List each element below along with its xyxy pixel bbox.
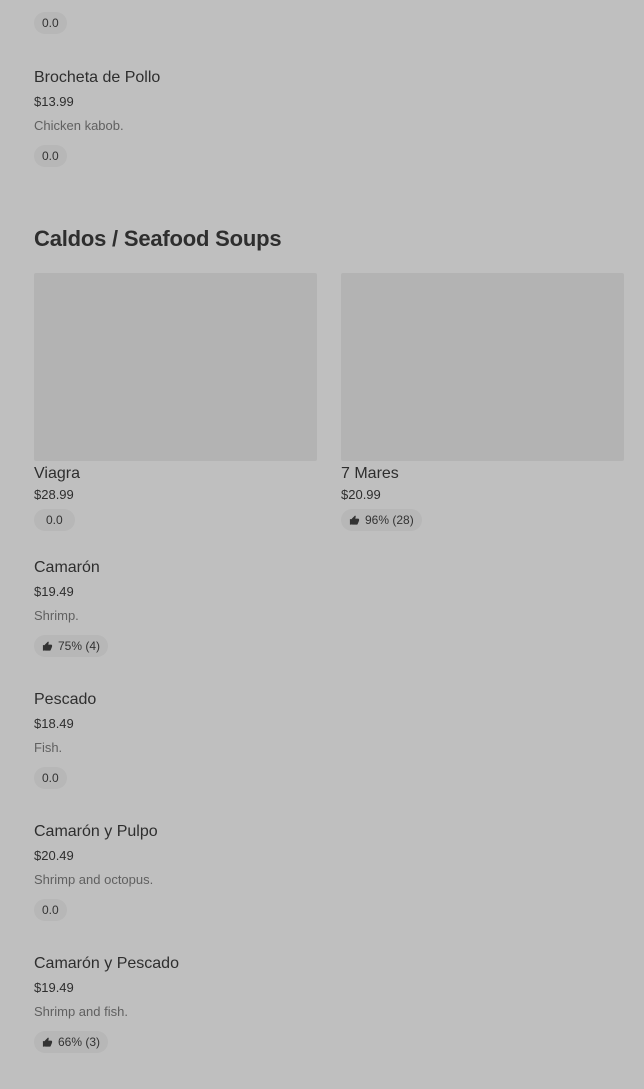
rating-text: 0.0 (42, 149, 59, 163)
rating-badge: 0.0 (34, 509, 75, 531)
rating-badge: 0.0 (34, 899, 67, 921)
rating-text: 66% (3) (58, 1035, 101, 1049)
rating-badge: 0.0 (34, 12, 67, 34)
item-description: Shrimp and fish. (34, 1004, 128, 1019)
thumbs-up-icon (349, 514, 360, 526)
rating-badge: 66% (3) (34, 1031, 109, 1053)
item-price: $13.99 (34, 94, 74, 109)
item-description: Shrimp. (34, 608, 79, 623)
menu-item[interactable]: Camarón y Pulpo $20.49 Shrimp and octopu… (34, 822, 624, 921)
item-price: $20.49 (34, 848, 74, 863)
rating-text: 0.0 (42, 903, 59, 917)
item-name: Viagra (34, 465, 80, 482)
item-description: Shrimp and octopus. (34, 872, 154, 887)
item-price: $18.49 (34, 716, 74, 731)
rating-badge: 0.0 (34, 145, 67, 167)
item-name: Camarón (34, 559, 100, 576)
item-price: $19.49 (34, 980, 74, 995)
item-description: Chicken kabob. (34, 118, 124, 133)
rating-text: 96% (28) (365, 513, 414, 527)
menu-item[interactable]: Pescado $18.49 Fish. 0.0 (34, 690, 624, 789)
item-name: Camarón y Pescado (34, 955, 179, 972)
rating-text: 75% (4) (58, 639, 101, 653)
rating-badge: 0.0 (34, 767, 67, 789)
menu-item[interactable]: Camarón y Pescado $19.49 Shrimp and fish… (34, 954, 624, 1053)
section-title: Caldos / Seafood Soups (34, 226, 282, 251)
featured-card[interactable]: 7 Mares $20.99 96% (28) (341, 273, 624, 531)
menu-item[interactable]: Brocheta de Pollo $13.99 Chicken kabob. … (34, 68, 624, 167)
item-name: Brocheta de Pollo (34, 69, 161, 86)
rating-text: 0.0 (46, 513, 63, 527)
item-image-placeholder[interactable] (341, 273, 624, 461)
item-description: Fish. (34, 740, 63, 755)
featured-card[interactable]: Viagra $28.99 0.0 (34, 273, 317, 531)
rating-text: 0.0 (42, 16, 59, 30)
item-price: $28.99 (34, 487, 74, 502)
item-name: Camarón y Pulpo (34, 823, 158, 840)
rating-badge: 96% (28) (341, 509, 422, 531)
item-price: $19.49 (34, 584, 74, 599)
item-name: 7 Mares (341, 465, 399, 482)
menu-item-prev[interactable]: 0.0 (34, 0, 624, 34)
menu-page: 0.0 Brocheta de Pollo $13.99 Chicken kab… (0, 0, 644, 1089)
menu-item[interactable]: Camarón $19.49 Shrimp. 75% (4) (34, 558, 624, 657)
rating-text: 0.0 (42, 771, 59, 785)
item-image-placeholder[interactable] (34, 273, 317, 461)
rating-badge: 75% (4) (34, 635, 109, 657)
thumbs-up-icon (42, 1036, 53, 1048)
thumbs-up-icon (42, 640, 53, 652)
item-price: $20.99 (341, 487, 381, 502)
item-name: Pescado (34, 691, 97, 708)
